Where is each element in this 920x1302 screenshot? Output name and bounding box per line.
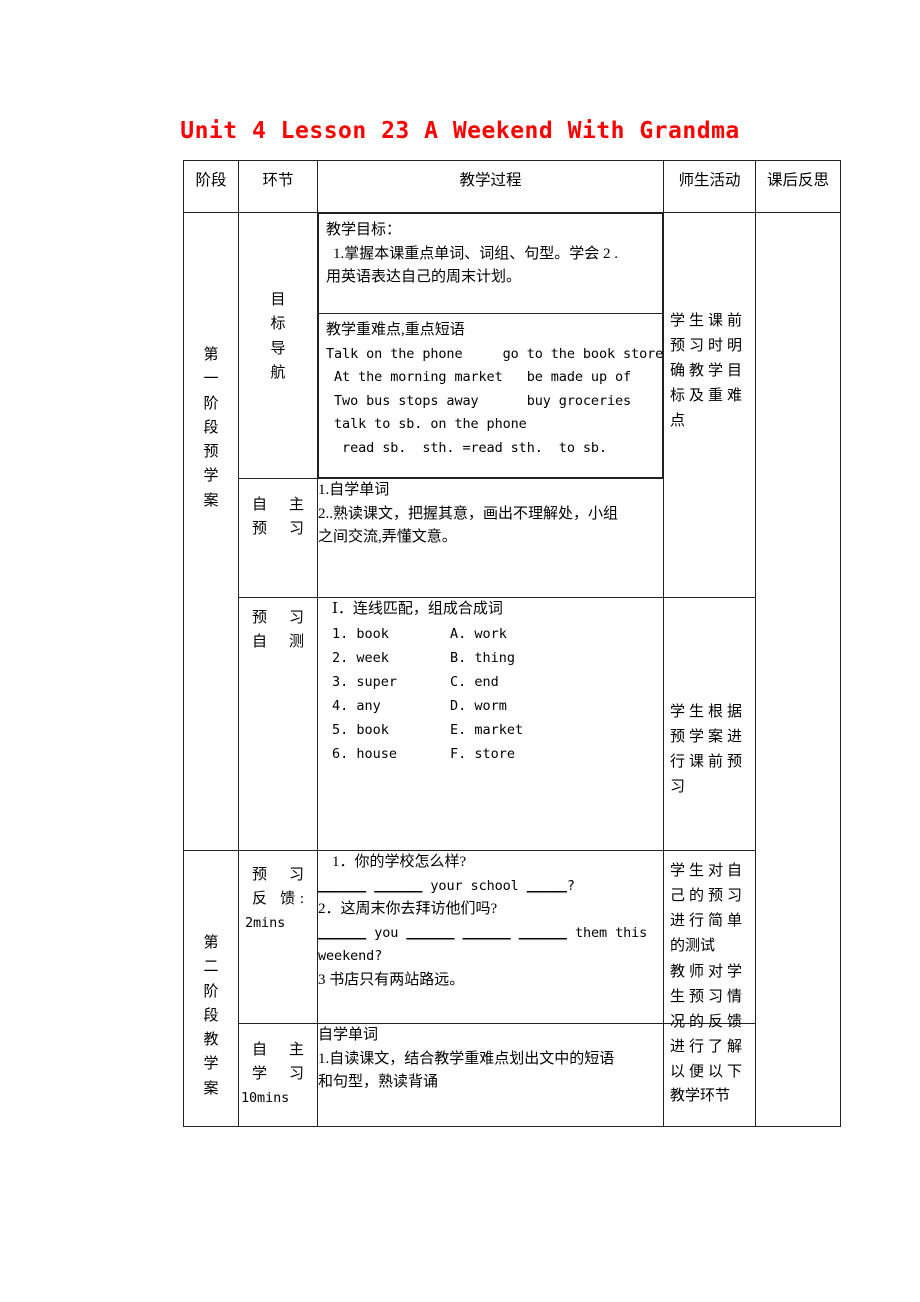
key-phrase-line: Talk on the phone go to the book store	[326, 345, 664, 362]
link-label-preview-test: 预 习 自 测	[252, 610, 304, 651]
feedback-question-2: 2．这周末你去拜访他们吗?	[318, 901, 498, 918]
match-row: 3. super C. end	[332, 673, 499, 690]
self-study-line-2: 1.自读课文，结合教学重难点划出文中的短语	[318, 1050, 615, 1067]
objectives-line-2: 用英语表达自己的周末计划。	[326, 269, 522, 286]
key-phrases-list: Talk on the phone go to the book store A…	[326, 343, 664, 460]
link-label-goal-navigation: 目 标 导 航	[270, 292, 286, 381]
match-row: 4. any D. worm	[332, 697, 507, 714]
self-preview-line-2: 2..熟读课文，把握其意，画出不理解处，小组	[318, 505, 619, 522]
lesson-plan-table: 阶段 环节 教学过程 师生活动 课后反思 第 一 阶 段 预 学 案 目 标 导…	[183, 160, 841, 1127]
key-phrase-line: read sb. sth. =read sth. to sb.	[326, 439, 607, 456]
activity-text-3: 学生对自 己的预习 进行简单 的测试	[670, 863, 742, 954]
table-header-row: 阶段 环节 教学过程 师生活动 课后反思	[183, 160, 841, 213]
process-cell-self-study: 自学单词 1.自读课文，结合教学重难点划出文中的短语 和句型，熟读背诵	[317, 1023, 664, 1127]
activity-cell-4: 教师对学 生预习情 况的反馈 进行了解 以便以下 教学环节	[663, 964, 756, 1127]
process-cell-self-preview: 1.自学单词 2..熟读课文，把握其意，画出不理解处，小组 之间交流,弄懂文意。	[317, 478, 664, 598]
stage-label-1: 第 一 阶 段 预 学 案	[203, 347, 219, 509]
header-reflection: 课后反思	[755, 160, 841, 213]
link-label-self-study: 自 主 学 习 10mins	[241, 1042, 304, 1106]
activity-cell-1: 学生课前 预习时明 确教学目 标及重难 点	[663, 212, 756, 598]
stage-cell-2: 第 二 阶 段 教 学 案	[183, 850, 239, 1127]
self-study-line-3: 和句型，熟读背诵	[318, 1074, 439, 1091]
inner-row-objectives: 教学目标： 1.掌握本课重点单词、词组、句型。学会 2 . 用英语表达自己的周末…	[318, 213, 663, 314]
link-cell-self-preview: 自 主 预 习	[238, 478, 318, 598]
link-cell-preview-test: 预 习 自 测	[238, 597, 318, 851]
teaching-objectives-cell: 教学目标： 1.掌握本课重点单词、词组、句型。学会 2 . 用英语表达自己的周末…	[318, 213, 663, 314]
document-page: Unit 4 Lesson 23 A Weekend With Grandma …	[0, 0, 920, 1302]
match-row: 5. book E. market	[332, 721, 524, 738]
header-stage: 阶段	[183, 160, 239, 213]
table-row-self-study: 自 主 学 习 10mins 自学单词 1.自读课文，结合教学重难点划出文中的短…	[184, 964, 841, 1127]
activity-text-2: 学生根据 预学案进 行课前预 习	[670, 704, 742, 795]
match-row: 1. book A. work	[332, 625, 507, 642]
key-points-heading: 教学重难点,重点短语	[326, 322, 465, 338]
match-exercise-list: 1. book A. work 2. week B. thing 3. supe…	[318, 622, 663, 766]
objectives-heading: 教学目标：	[326, 222, 402, 238]
table-row-preview-test: 预 习 自 测 Ⅰ．连线匹配，组成合成词 1. book A. work 2. …	[184, 597, 841, 851]
key-phrase-line: talk to sb. on the phone	[326, 416, 527, 433]
key-phrase-line: Two bus stops away buy groceries	[326, 392, 632, 409]
feedback-answer-line-2: ______ you ______ ______ ______ them thi…	[318, 924, 648, 941]
stage-cell-1: 第 一 阶 段 预 学 案	[183, 212, 239, 851]
key-phrase-line: At the morning market be made up of	[326, 369, 632, 386]
key-points-cell: 教学重难点,重点短语 Talk on the phone go to the b…	[318, 313, 664, 478]
page-title: Unit 4 Lesson 23 A Weekend With Grandma	[180, 118, 740, 144]
process-cell-preview-feedback: 1．你的学校怎么样? ______ ______ your school ___…	[317, 850, 664, 1024]
link-cell-self-study: 自 主 学 习 10mins	[238, 1023, 318, 1127]
process-cell-preview-test: Ⅰ．连线匹配，组成合成词 1. book A. work 2. week B. …	[317, 597, 664, 851]
self-study-line-1: 自学单词	[318, 1027, 379, 1043]
activity-text-1: 学生课前 预习时明 确教学目 标及重难 点	[670, 313, 742, 429]
self-preview-line-1: 1.自学单词	[318, 482, 390, 498]
inner-objectives-table: 教学目标： 1.掌握本课重点单词、词组、句型。学会 2 . 用英语表达自己的周末…	[318, 213, 663, 478]
table-row-goal-navigation: 第 一 阶 段 预 学 案 目 标 导 航 教学目标： 1.掌握本课重点单词、词…	[183, 212, 841, 1127]
feedback-answer-line-1: ______ ______ your school _____?	[318, 877, 575, 894]
link-label-preview-feedback: 预 习 反 馈: 2mins	[245, 867, 304, 931]
process-cell-goal-navigation: 教学目标： 1.掌握本课重点单词、词组、句型。学会 2 . 用英语表达自己的周末…	[317, 212, 664, 479]
objectives-line-1: 1.掌握本课重点单词、词组、句型。学会 2 .	[333, 245, 619, 262]
feedback-question-1: 1．你的学校怎么样?	[332, 854, 467, 870]
header-process: 教学过程	[317, 160, 664, 213]
match-row: 6. house F. store	[332, 745, 516, 762]
feedback-answer-line-2-tail: weekend?	[318, 948, 383, 965]
stage-label-2: 第 二 阶 段 教 学 案	[203, 935, 219, 1097]
header-link: 环节	[238, 160, 318, 213]
header-activity: 师生活动	[663, 160, 756, 213]
activity-text-4: 教师对学 生预习情 况的反馈 进行了解 以便以下 教学环节	[670, 964, 742, 1105]
link-cell-preview-feedback: 预 习 反 馈: 2mins	[238, 850, 318, 1024]
inner-row-key-points: 教学重难点,重点短语 Talk on the phone go to the b…	[318, 313, 664, 478]
feedback-question-3: 3 书店只有两站路远。	[318, 971, 465, 988]
link-label-self-preview: 自 主 预 习	[252, 497, 304, 538]
reflection-cell	[755, 212, 841, 1127]
self-preview-line-3: 之间交流,弄懂文意。	[318, 529, 457, 546]
preview-test-heading: Ⅰ．连线匹配，组成合成词	[332, 601, 503, 617]
link-cell-goal-navigation: 目 标 导 航	[238, 212, 318, 479]
match-row: 2. week B. thing	[332, 649, 516, 666]
activity-cell-2: 学生根据 预学案进 行课前预 习	[663, 597, 756, 851]
